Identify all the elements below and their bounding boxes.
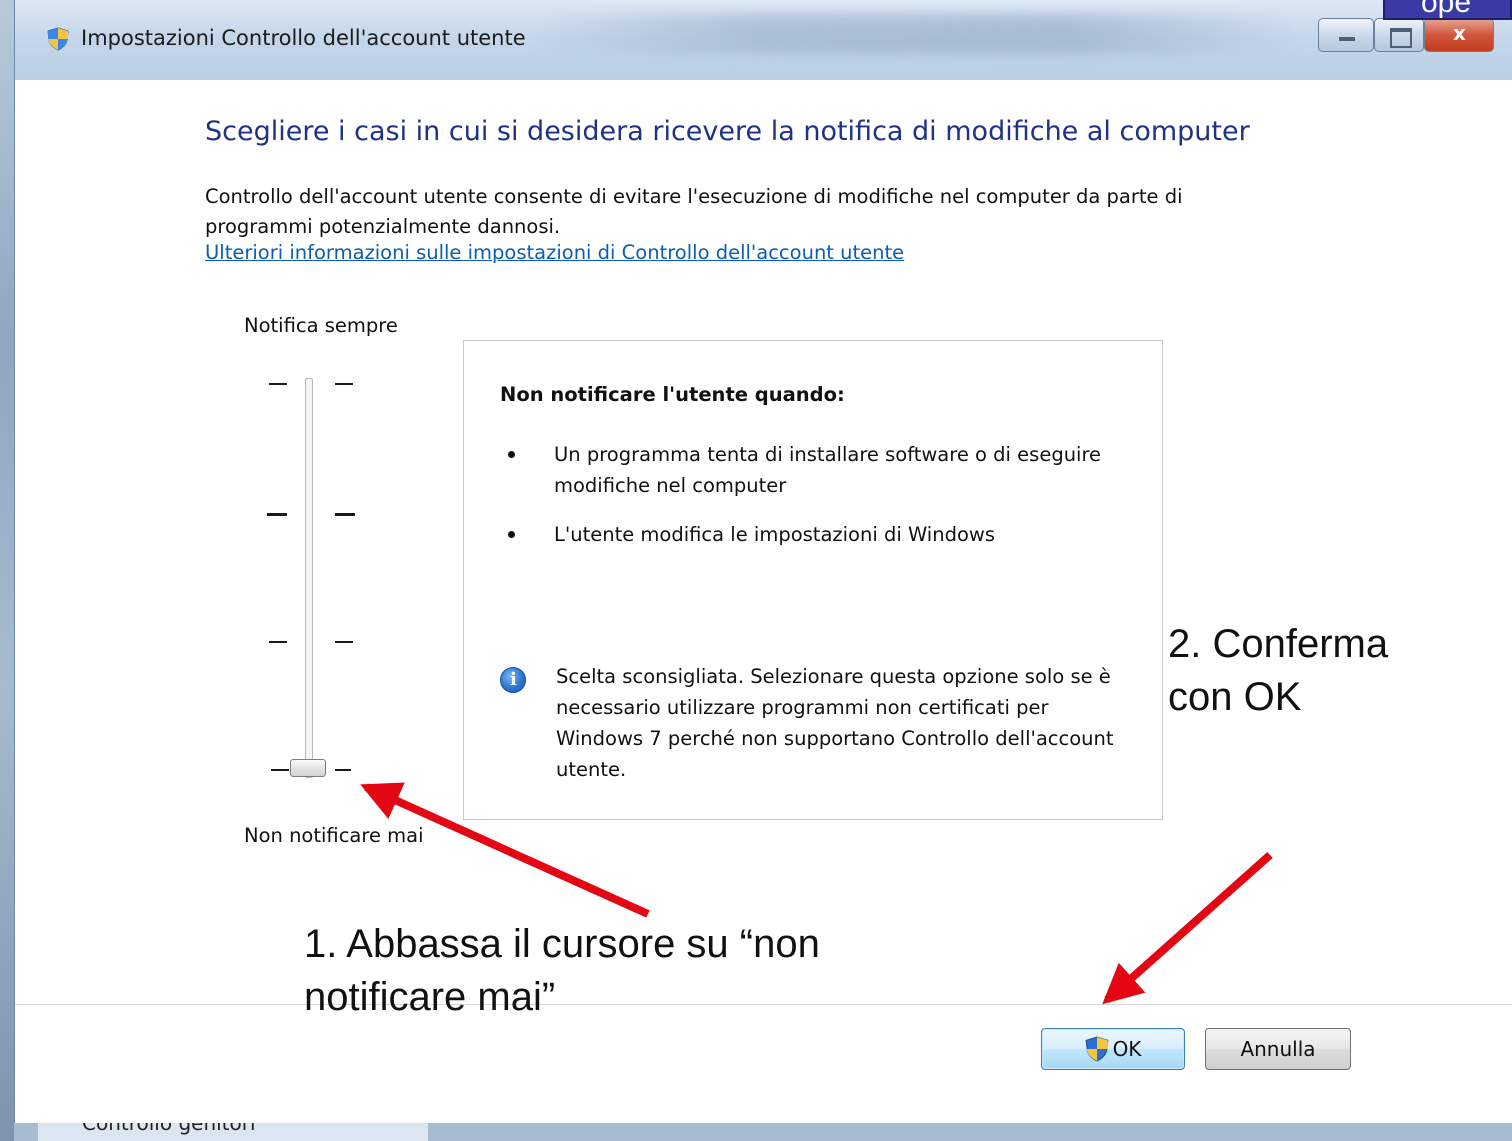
cancel-button[interactable]: Annulla [1205, 1028, 1351, 1070]
slider-tick [335, 641, 353, 643]
corner-tag-text: ope [1421, 0, 1472, 19]
list-item-text: Un programma tenta di installare softwar… [554, 443, 1102, 497]
panel-title: Non notificare l'utente quando: [500, 383, 845, 406]
list-item: L'utente modifica le impostazioni di Win… [508, 519, 1128, 551]
slider-tick [335, 383, 353, 385]
page-title: Scegliere i casi in cui si desidera rice… [205, 116, 1250, 147]
uac-shield-icon [1085, 1036, 1108, 1062]
bullet-icon [508, 531, 515, 538]
slider-label-top: Notifica sempre [244, 314, 398, 337]
list-item: Un programma tenta di installare softwar… [508, 439, 1128, 503]
annotation-step-2: 2. Conferma con OK [1168, 622, 1389, 719]
slide-corner-tag: ope [1383, 0, 1512, 20]
window-title: Impostazioni Controllo dell'account uten… [81, 26, 526, 50]
taskbar-item[interactable]: Controllo genitori [38, 1123, 428, 1141]
ok-button[interactable]: OK [1041, 1028, 1185, 1070]
slider-label-bottom: Non notificare mai [244, 824, 424, 847]
notification-level-slider[interactable] [265, 370, 355, 790]
slider-tick [269, 383, 287, 385]
slider-tick [267, 513, 287, 516]
slider-tick [269, 641, 287, 643]
title-bar[interactable]: Impostazioni Controllo dell'account uten… [14, 0, 1512, 80]
bullet-icon [508, 451, 515, 458]
annotation-step-1: 1. Abbassa il cursore su “non notificare… [304, 922, 820, 1019]
slider-track[interactable] [305, 378, 313, 778]
slider-thumb[interactable] [290, 759, 326, 777]
description-text: Controllo dell'account utente consente d… [205, 185, 1183, 238]
close-button[interactable] [1424, 18, 1494, 52]
slider-tick [335, 769, 351, 771]
slider-tick [335, 513, 355, 516]
info-icon [500, 667, 526, 693]
background-window [0, 0, 14, 1141]
minimize-button[interactable] [1318, 18, 1374, 52]
more-info-link[interactable]: Ulteriori informazioni sulle impostazion… [205, 241, 904, 264]
description-panel: Non notificare l'utente quando: Un progr… [463, 340, 1163, 820]
taskbar-item-label: Controllo genitori [82, 1123, 256, 1135]
maximize-button[interactable] [1374, 18, 1424, 52]
taskbar: Controllo genitori [14, 1123, 1512, 1141]
cancel-button-label: Annulla [1240, 1037, 1316, 1061]
warning-text: Scelta sconsigliata. Selezionare questa … [556, 665, 1114, 781]
uac-shield-icon [47, 27, 69, 51]
slider-tick [271, 769, 289, 771]
window-controls [1318, 18, 1494, 52]
screen: Impostazioni Controllo dell'account uten… [0, 0, 1512, 1141]
list-item-text: L'utente modifica le impostazioni di Win… [554, 523, 995, 546]
ok-button-label: OK [1112, 1037, 1142, 1061]
